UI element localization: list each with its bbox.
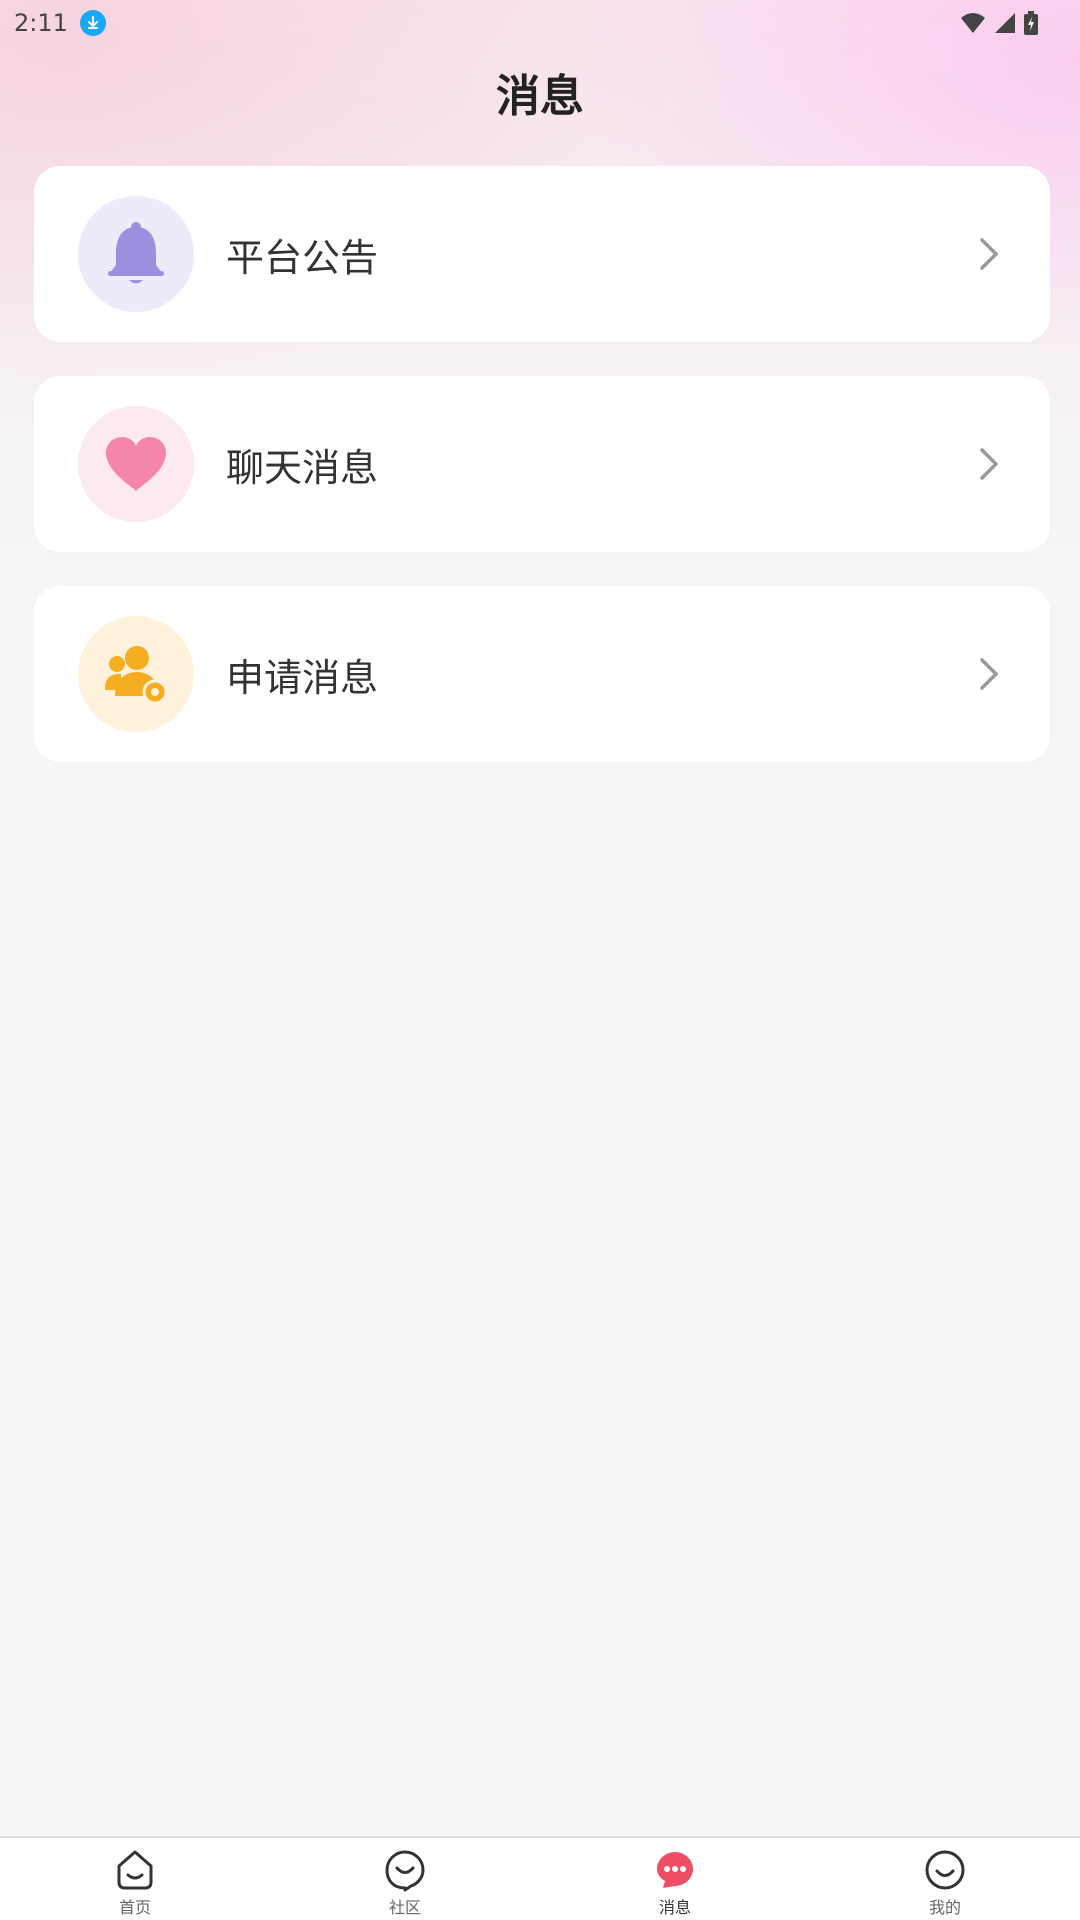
- nav-item-home[interactable]: 首页: [0, 1838, 270, 1920]
- profile-icon: [925, 1850, 965, 1890]
- status-right: [960, 11, 1038, 35]
- bell-icon-wrapper: [78, 196, 194, 312]
- bell-icon: [108, 222, 164, 284]
- user-add-icon: [105, 646, 168, 704]
- nav-label: 消息: [658, 1898, 691, 1917]
- menu-item-application-messages[interactable]: 申请消息: [34, 586, 1050, 762]
- home-icon: [117, 1850, 153, 1890]
- nav-label: 社区: [388, 1898, 421, 1917]
- signal-icon: [995, 13, 1015, 33]
- page-title: 消息: [496, 71, 584, 122]
- message-icon: [657, 1852, 693, 1888]
- menu-item-chat-messages[interactable]: 聊天消息: [34, 376, 1050, 552]
- menu-item-label: 平台公告: [226, 235, 379, 280]
- download-icon: [79, 10, 106, 36]
- chevron-right-icon: [980, 658, 998, 690]
- menu-item-platform-announcement[interactable]: 平台公告: [34, 166, 1050, 342]
- community-icon: [385, 1850, 425, 1892]
- menu-item-label: 申请消息: [226, 655, 379, 700]
- user-add-icon-wrapper: [78, 616, 194, 732]
- nav-item-profile[interactable]: 我的: [810, 1838, 1080, 1920]
- status-time: 2:11: [14, 9, 68, 37]
- chevron-right-icon: [980, 448, 998, 480]
- bottom-nav: 首页 社区 消息 我的: [0, 1836, 1080, 1920]
- nav-item-messages[interactable]: 消息: [540, 1838, 810, 1920]
- wifi-icon: [961, 13, 985, 33]
- chevron-right-icon: [980, 238, 998, 270]
- nav-item-community[interactable]: 社区: [270, 1838, 540, 1920]
- nav-label: 首页: [118, 1898, 151, 1917]
- menu-item-label: 聊天消息: [226, 445, 379, 490]
- nav-label: 我的: [928, 1898, 961, 1917]
- status-bar: 2:11: [0, 0, 1080, 46]
- heart-icon: [106, 437, 166, 491]
- battery-icon: [1024, 11, 1038, 35]
- heart-icon-wrapper: [78, 406, 194, 522]
- status-left: 2:11: [14, 9, 106, 37]
- messages-screen: 2:11 消息 平台公告 聊天消息 申请消息 首页 社区 消息 我的: [0, 0, 1080, 1920]
